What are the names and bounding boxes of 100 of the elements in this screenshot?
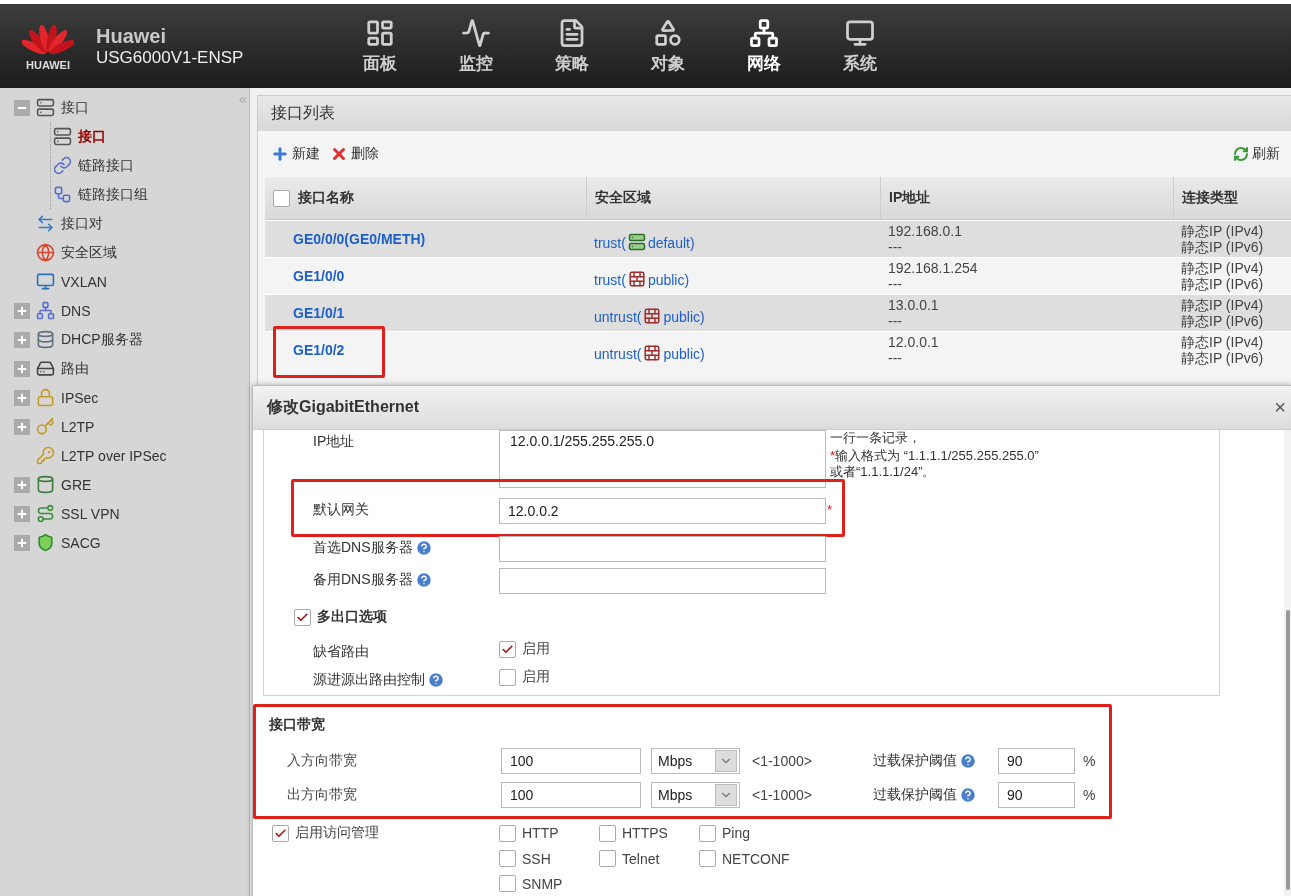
shield-icon (36, 533, 55, 552)
help-icon[interactable] (959, 786, 977, 804)
option-label: SNMP (522, 875, 563, 892)
unit-select[interactable]: Mbps (651, 782, 740, 808)
expand-icon[interactable] (14, 302, 30, 319)
expand-icon[interactable] (14, 418, 30, 435)
gateway-field[interactable]: 12.0.0.2 (499, 498, 826, 524)
panel-title: 接口列表 (271, 103, 335, 123)
nav-tab[interactable]: 网络 (716, 8, 812, 84)
checkbox[interactable] (273, 189, 290, 207)
scrollbar[interactable] (1284, 430, 1291, 896)
sidebar-item[interactable]: SACG (61, 534, 101, 551)
checkbox[interactable] (499, 640, 516, 658)
key-icon (36, 446, 55, 465)
bandwidth-field[interactable]: 100 (501, 748, 641, 774)
sidebar-item[interactable]: DHCP服务器 (61, 330, 143, 349)
vsys-link[interactable]: public) (647, 272, 690, 288)
checkmark-icon (296, 610, 309, 624)
checkbox[interactable] (699, 850, 716, 867)
dns-field[interactable] (499, 536, 826, 562)
vsys-link[interactable]: public) (663, 309, 705, 325)
field-label: 过载保护阈值 (873, 786, 957, 804)
expand-icon[interactable] (14, 505, 30, 522)
zone-link[interactable]: trust( (594, 235, 626, 251)
expand-icon[interactable] (14, 476, 30, 493)
zone-link[interactable]: untrust( (594, 309, 642, 325)
sidebar-item[interactable]: IPSec (61, 389, 99, 406)
checkbox[interactable] (499, 668, 516, 686)
network-icon (749, 17, 779, 48)
delete-button[interactable]: 删除 (330, 145, 379, 163)
nav-tab[interactable]: 监控 (428, 8, 524, 84)
sidebar-item[interactable]: L2TP over IPSec (61, 447, 167, 464)
collapse-icon[interactable] (14, 99, 30, 116)
checkbox[interactable] (599, 850, 616, 867)
checkbox[interactable] (499, 824, 516, 842)
interface-link[interactable]: GE1/0/1 (293, 305, 345, 321)
sidebar-item[interactable]: SSL VPN (61, 505, 120, 522)
threshold-field[interactable]: 90 (998, 782, 1075, 808)
checkbox[interactable] (599, 824, 616, 842)
field-label: 源进源出路由控制 (313, 671, 425, 689)
option-label: Ping (722, 825, 751, 841)
expand-icon[interactable] (14, 331, 30, 348)
sidebar-item[interactable]: 安全区域 (61, 243, 117, 262)
globe-icon (36, 243, 55, 262)
interface-link[interactable]: GE0/0/0(GE0/METH) (293, 231, 426, 247)
option-label: HTTP (522, 825, 559, 841)
sidebar-item[interactable]: 接口 (61, 98, 89, 117)
expand-icon[interactable] (14, 534, 30, 551)
unit-text: % (1083, 787, 1097, 803)
help-icon[interactable] (959, 752, 977, 770)
help-icon[interactable] (414, 539, 433, 557)
zone-link[interactable]: untrust( (594, 346, 642, 362)
sidebar-item[interactable]: VXLAN (61, 273, 107, 290)
expand-icon[interactable] (14, 389, 30, 406)
option-group-label: 多出口选项 (317, 608, 387, 626)
close-button[interactable]: × (1268, 396, 1291, 419)
zone-link[interactable]: trust( (594, 272, 626, 288)
checkbox[interactable] (499, 875, 516, 892)
help-icon[interactable] (414, 571, 433, 589)
vsys-link[interactable]: default) (647, 235, 695, 251)
option-label: NETCONF (722, 850, 790, 867)
checkbox[interactable] (699, 824, 716, 842)
sidebar-item[interactable]: DNS (61, 302, 91, 319)
vsys-link[interactable]: public) (663, 346, 705, 362)
help-icon[interactable] (427, 671, 445, 689)
sidebar-item[interactable]: L2TP (61, 418, 95, 435)
ip-address-field[interactable]: 12.0.0.1/255.255.255.0 (499, 430, 826, 488)
option-label: 启用访问管理 (295, 824, 379, 842)
checkbox[interactable] (272, 824, 289, 842)
drive-icon (36, 359, 55, 378)
checkbox[interactable] (499, 850, 516, 867)
nav-tab[interactable]: 面板 (332, 8, 428, 84)
table-cell-text: 静态IP (IPv4) (1181, 334, 1265, 350)
sidebar-item[interactable]: 路由 (61, 359, 89, 378)
column-header: 安全区域 (595, 189, 651, 207)
arrows-icon (36, 214, 55, 233)
field-label: 过载保护阈值 (873, 752, 957, 770)
checkbox[interactable] (294, 608, 311, 626)
option-label: 启用 (522, 668, 550, 686)
sidebar-item[interactable]: 链路接口 (78, 156, 134, 175)
interface-link[interactable]: GE1/0/2 (293, 342, 345, 358)
sidebar-item[interactable]: GRE (61, 476, 92, 493)
table-cell-text: 192.168.1.254 (888, 260, 979, 276)
logo-text: HUAWEI (26, 59, 70, 71)
interface-link[interactable]: GE1/0/0 (293, 268, 345, 284)
sidebar-item[interactable]: 接口对 (61, 214, 103, 233)
table-cell-text: 13.0.0.1 (888, 297, 940, 313)
nav-tab[interactable]: 系统 (812, 8, 908, 84)
required-mark: * (830, 448, 836, 463)
dns-field[interactable] (499, 568, 826, 594)
nav-tab[interactable]: 对象 (620, 8, 716, 84)
unit-select[interactable]: Mbps (651, 748, 740, 774)
nav-tab[interactable]: 策略 (524, 8, 620, 84)
add-button[interactable]: 新建 (271, 145, 320, 163)
sidebar-item[interactable]: 接口 (78, 127, 106, 146)
bandwidth-field[interactable]: 100 (501, 782, 641, 808)
refresh-button[interactable]: 刷新 (1233, 145, 1280, 163)
expand-icon[interactable] (14, 360, 30, 377)
sidebar-item[interactable]: 链路接口组 (78, 185, 148, 204)
threshold-field[interactable]: 90 (998, 748, 1075, 774)
